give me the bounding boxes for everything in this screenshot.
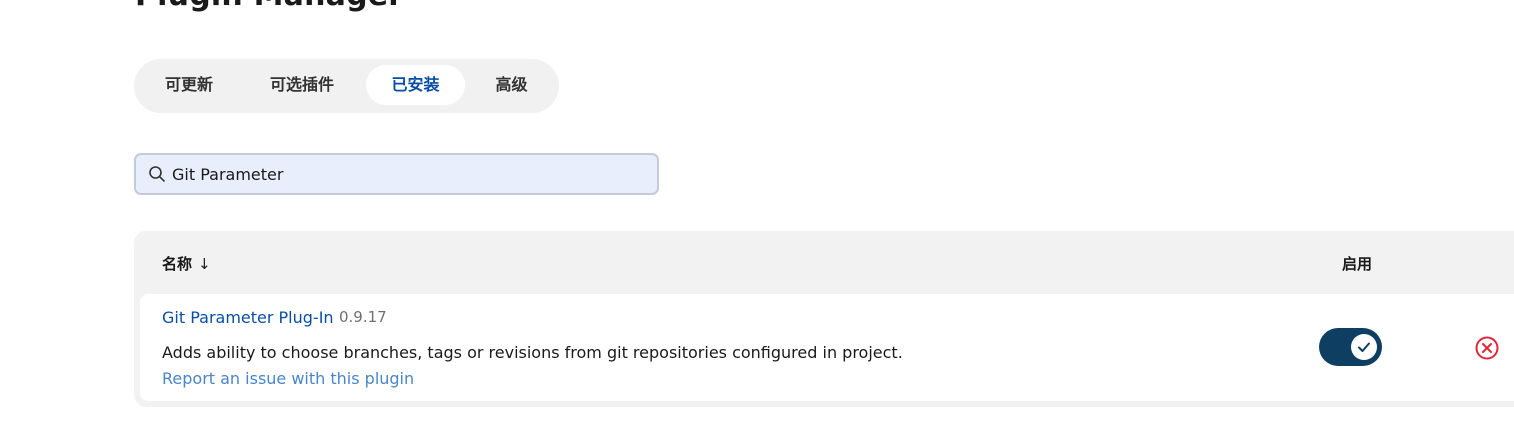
- search-icon: [148, 165, 166, 183]
- column-header-name[interactable]: 名称 ↓: [162, 253, 211, 274]
- page-title: Plugin Manager: [135, 0, 403, 13]
- uninstall-button[interactable]: [1474, 335, 1500, 361]
- plugin-version: 0.9.17: [339, 308, 387, 326]
- tab-available[interactable]: 可选插件: [249, 65, 355, 105]
- check-icon: [1358, 342, 1370, 352]
- plugin-name-link[interactable]: Git Parameter Plug-In: [162, 308, 334, 327]
- close-circle-icon: [1475, 336, 1499, 360]
- tab-advanced[interactable]: 高级: [475, 65, 548, 105]
- search-input[interactable]: [172, 155, 642, 193]
- report-issue-link[interactable]: Report an issue with this plugin: [162, 369, 414, 388]
- table-row: Git Parameter Plug-In 0.9.17 Adds abilit…: [140, 294, 1514, 401]
- toggle-knob: [1351, 334, 1377, 360]
- column-header-name-label: 名称: [162, 255, 193, 273]
- tab-bar: 可更新 可选插件 已安装 高级: [134, 59, 559, 113]
- plugins-table: 名称 ↓ 启用 Git Parameter Plug-In 0.9.17 Adds…: [134, 231, 1514, 407]
- column-header-enabled: 启用: [1342, 255, 1373, 273]
- search-box: [134, 153, 659, 195]
- tab-installed[interactable]: 已安装: [366, 65, 465, 105]
- plugin-description: Adds ability to choose branches, tags or…: [162, 343, 903, 362]
- tab-updates[interactable]: 可更新: [145, 65, 233, 105]
- sort-arrow-icon: ↓: [198, 255, 211, 273]
- enabled-toggle[interactable]: [1319, 328, 1382, 366]
- plugin-manager-page: Plugin Manager 可更新 可选插件 已安装 高级 名称 ↓ 启用 Gi…: [0, 0, 1514, 428]
